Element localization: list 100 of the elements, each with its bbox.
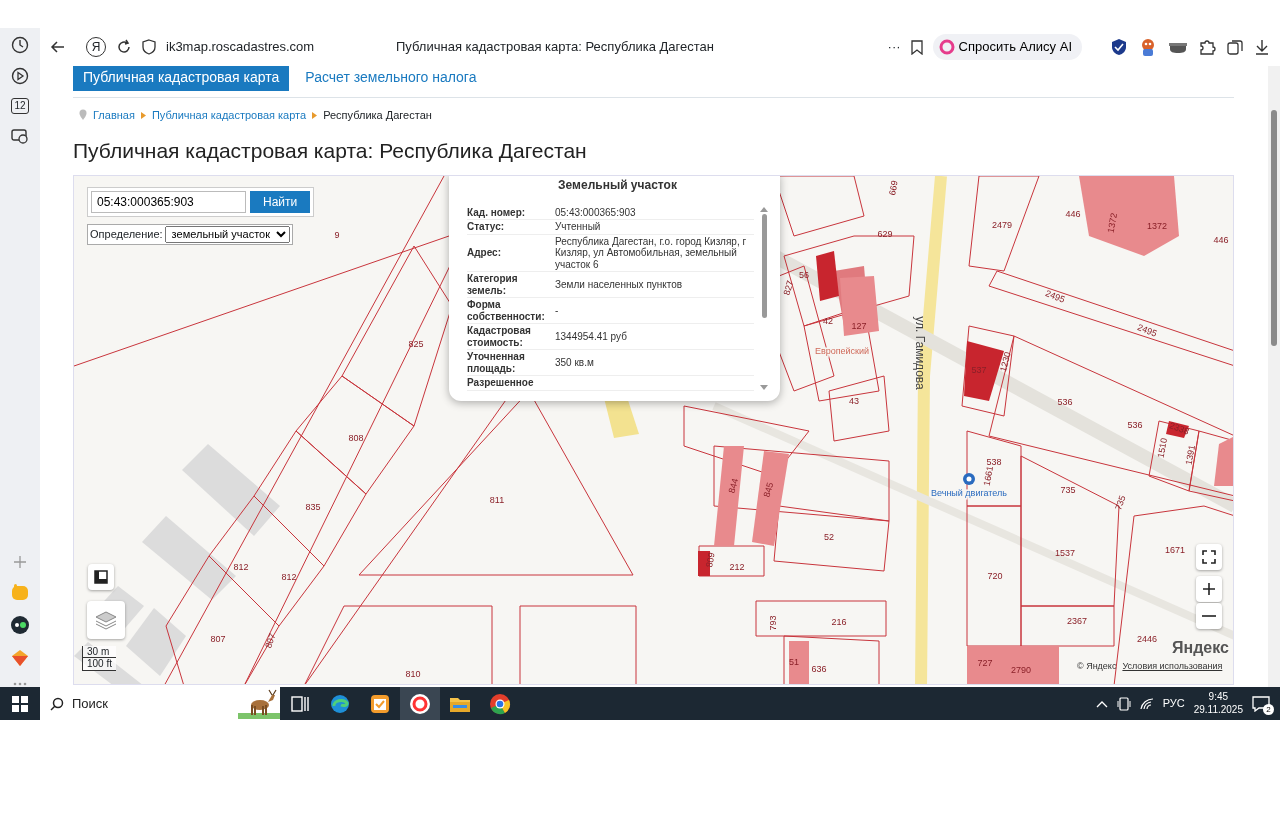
ruler-button[interactable]	[88, 563, 114, 590]
copyright-text: © Яндекс	[1077, 659, 1117, 673]
parcel-number: 52	[824, 532, 834, 543]
parcel-number: 810	[405, 669, 421, 680]
field-value: 350 кв.м	[555, 356, 595, 369]
parcel-number: 807	[263, 631, 278, 650]
parcel-number: 42	[823, 316, 833, 327]
find-button[interactable]: Найти	[250, 190, 311, 213]
hat-extension-icon[interactable]	[1168, 40, 1188, 54]
browser-app-icon[interactable]	[409, 692, 431, 715]
page-tab[interactable]: Публичная кадастровая карта	[73, 66, 290, 91]
field-label: Форма собственности:	[467, 299, 546, 323]
parcel-number: 720	[987, 571, 1003, 582]
field-value: Республика Дагестан, г.о. город Кизляр, г Кизляр, ул Автомобильная, земельный участок 6	[555, 235, 748, 271]
clock-time[interactable]: 9:45	[1193, 691, 1243, 704]
parcel-number: 727	[977, 658, 993, 669]
parcel-number: 844	[726, 476, 741, 495]
parcel-number: 127	[851, 321, 867, 332]
parcel-number: 1372	[1147, 221, 1167, 232]
page-scrollbar[interactable]	[1268, 66, 1280, 687]
fullscreen-icon	[1202, 549, 1216, 564]
screen-icon[interactable]	[11, 127, 29, 145]
field-label: Кадастровая стоимость:	[467, 325, 532, 349]
chrome-app-icon[interactable]	[489, 692, 511, 715]
alice-button[interactable]: Спросить Алису AI	[932, 34, 1082, 60]
language-indicator[interactable]: РУС	[1162, 695, 1185, 712]
breadcrumb-link[interactable]: Публичная кадастровая карта	[151, 107, 307, 124]
scroll-up-icon[interactable]	[760, 205, 768, 212]
gem-app-icon[interactable]	[10, 648, 30, 668]
parcel-number: 811	[489, 495, 505, 506]
page-heading: Публичная кадастровая карта: Республика Дагестан	[73, 137, 588, 163]
device-icon[interactable]	[1116, 696, 1131, 711]
zoom-out-button[interactable]	[1196, 602, 1222, 629]
search-field[interactable]: 05:43:000365:903	[91, 190, 246, 213]
taskbar-search-field[interactable]: Поиск	[40, 687, 280, 720]
scrollbar-thumb[interactable]	[1271, 110, 1277, 346]
definition-select[interactable]: земельный участок	[164, 225, 290, 243]
parcel-number: 812	[233, 562, 249, 573]
bookmark-icon[interactable]	[910, 39, 923, 55]
breadcrumb-link[interactable]: Главная	[93, 107, 135, 124]
field-value: -	[555, 304, 560, 317]
field-value: 05:43:000365:903	[555, 206, 637, 219]
parcel-number: 536	[1057, 397, 1073, 408]
parcel-number: 9	[334, 230, 340, 241]
parcel-number: 51	[789, 657, 799, 668]
puzzle-icon[interactable]	[1198, 38, 1216, 56]
parcel-number: 735	[1060, 485, 1076, 496]
parcel-number: 2790	[1011, 665, 1031, 676]
app-icon[interactable]	[10, 615, 30, 635]
notification-icon[interactable]	[1252, 696, 1270, 713]
parcel-number: 1391	[1183, 443, 1198, 466]
fullscreen-button[interactable]	[1196, 543, 1222, 570]
reload-icon[interactable]	[116, 39, 132, 55]
ring-icon	[938, 39, 955, 55]
field-value: Земли населенных пунктов	[555, 278, 684, 291]
layers-button[interactable]	[87, 600, 125, 639]
clock-icon[interactable]	[11, 36, 29, 54]
clock-date[interactable]: 29.11.2025	[1193, 703, 1243, 716]
caret-icon	[140, 111, 146, 119]
page-tab[interactable]: Расчет земельного налога	[295, 66, 487, 91]
parcel-number: 2479	[992, 220, 1012, 231]
caret-icon	[312, 111, 318, 119]
back-icon[interactable]	[50, 39, 66, 55]
browser-app-icon[interactable]	[329, 692, 351, 715]
tabs-icon[interactable]	[1226, 38, 1244, 56]
address-text[interactable]: ik3map.roscadastres.com	[166, 37, 386, 57]
more-button[interactable]: ···	[887, 37, 901, 57]
field-label: Уточненная площадь:	[467, 351, 526, 375]
field-label: Статус:	[467, 221, 506, 233]
zoom-in-button[interactable]	[1196, 575, 1222, 602]
zoom-in-icon	[1202, 581, 1216, 596]
windows-start-icon[interactable]	[12, 695, 28, 712]
play-icon[interactable]	[11, 67, 29, 85]
parcel-number: 1372	[1105, 211, 1120, 234]
parcel-number: 212	[729, 562, 745, 573]
parcel-number: 809	[704, 551, 717, 568]
parcel-number: 43	[849, 396, 859, 407]
parcel-number: 808	[348, 433, 364, 444]
popup-title: Земельный участок	[557, 176, 678, 194]
parcel-number: 812	[281, 572, 297, 583]
shield-icon[interactable]	[142, 39, 156, 55]
street-label: ул. Гамидова	[912, 315, 927, 390]
parcel-number: 2446	[1137, 634, 1157, 645]
parcel-number: 1537	[1055, 548, 1075, 559]
definition-label: Определение:	[90, 226, 163, 242]
parcel-number: 807	[210, 634, 226, 645]
parcel-number: 827	[781, 278, 796, 297]
terms-link[interactable]: Условия использования	[1122, 659, 1223, 674]
caret-up-icon[interactable]	[1095, 699, 1108, 708]
place-label: Вечный двигатель	[931, 487, 1007, 498]
wifi-icon[interactable]	[1139, 697, 1154, 710]
checklist-app-icon[interactable]	[369, 692, 391, 715]
download-icon[interactable]	[1254, 39, 1270, 55]
calendar-icon[interactable]: 12	[11, 98, 29, 114]
search-icon	[50, 696, 64, 711]
shield-extension-icon[interactable]	[1110, 38, 1128, 56]
scroll-down-icon[interactable]	[760, 384, 768, 391]
parcel-number: 2495	[1136, 321, 1159, 339]
breadcrumb-current: Республика Дагестан	[323, 108, 432, 123]
parcel-number: 825	[408, 339, 424, 350]
